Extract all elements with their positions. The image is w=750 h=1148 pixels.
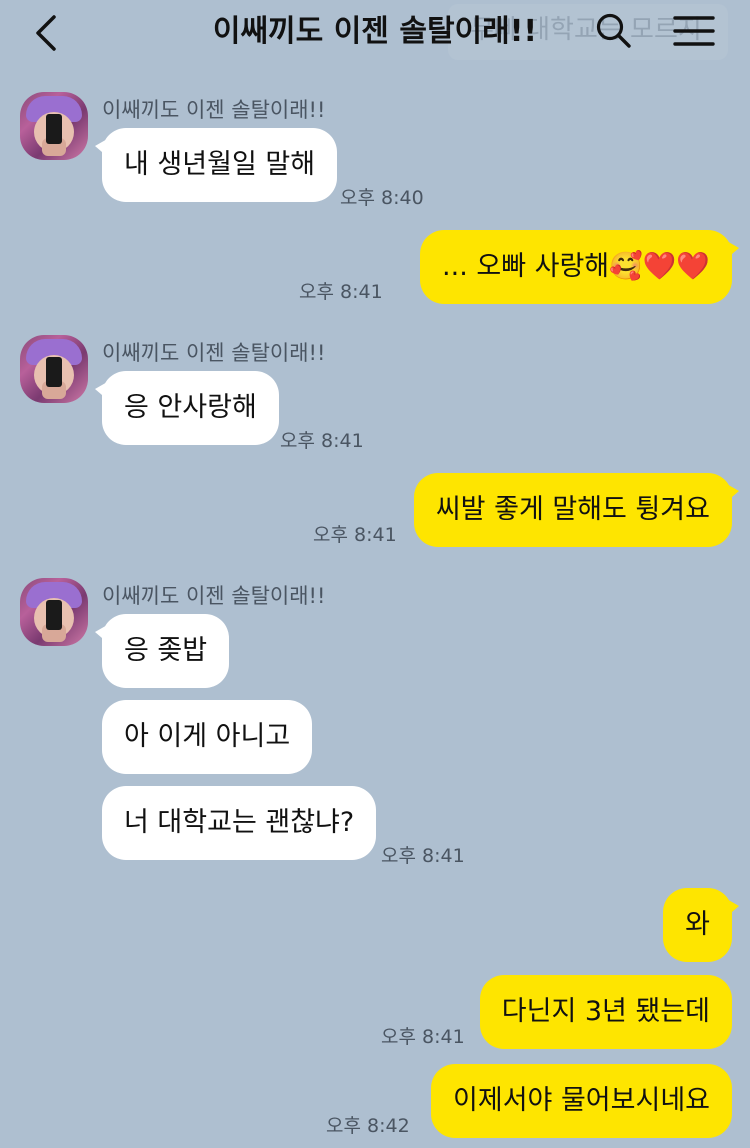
message-timestamp: 오후 8:41 [313, 524, 397, 546]
message-timestamp: 오후 8:41 [381, 1026, 465, 1048]
message-bubble[interactable]: 응 좆밥 [94, 614, 230, 688]
search-button[interactable] [590, 8, 638, 54]
message-bubble[interactable]: 너 대학교는 괜찮냐? [102, 786, 377, 860]
hamburger-menu-icon [673, 16, 715, 46]
sender-name: 이쌔끼도 이젠 솔탈이래!! [102, 341, 326, 365]
message-timestamp: 오후 8:40 [340, 187, 424, 209]
message-timestamp: 오후 8:42 [326, 1115, 410, 1137]
message-bubble[interactable]: 와 [663, 888, 739, 962]
chat-title: 이쌔끼도 이젠 솔탈이래!! [212, 14, 538, 49]
search-icon [596, 13, 631, 48]
message-timestamp: 오후 8:41 [381, 845, 465, 867]
avatar[interactable] [20, 578, 88, 646]
sender-name: 이쌔끼도 이젠 솔탈이래!! [102, 98, 326, 122]
message-bubble[interactable]: 이제서야 물어보시네요 [431, 1064, 732, 1138]
message-bubble[interactable]: 내 생년월일 말해 [94, 128, 338, 202]
back-button[interactable] [26, 10, 66, 56]
message-timestamp: 오후 8:41 [280, 430, 364, 452]
chat-header: 무빠 대학교는 모르지 이쌔끼도 이젠 솔탈이래!! [0, 0, 750, 70]
avatar[interactable] [20, 92, 88, 160]
message-bubble[interactable]: 다닌지 3년 됐는데 [479, 975, 732, 1049]
message-bubble[interactable]: 응 안사랑해 [95, 371, 279, 445]
avatar[interactable] [20, 335, 88, 403]
back-arrow-icon [36, 15, 56, 51]
message-bubble[interactable]: ... 오빠 사랑해🥰❤️❤️ [420, 230, 739, 304]
menu-button[interactable] [668, 8, 720, 54]
message-timestamp: 오후 8:41 [299, 281, 383, 303]
sender-name: 이쌔끼도 이젠 솔탈이래!! [102, 584, 326, 608]
message-bubble[interactable]: 아 이게 아니고 [102, 700, 313, 774]
message-bubble[interactable]: 씨발 좋게 말해도 튕겨요 [413, 473, 740, 547]
